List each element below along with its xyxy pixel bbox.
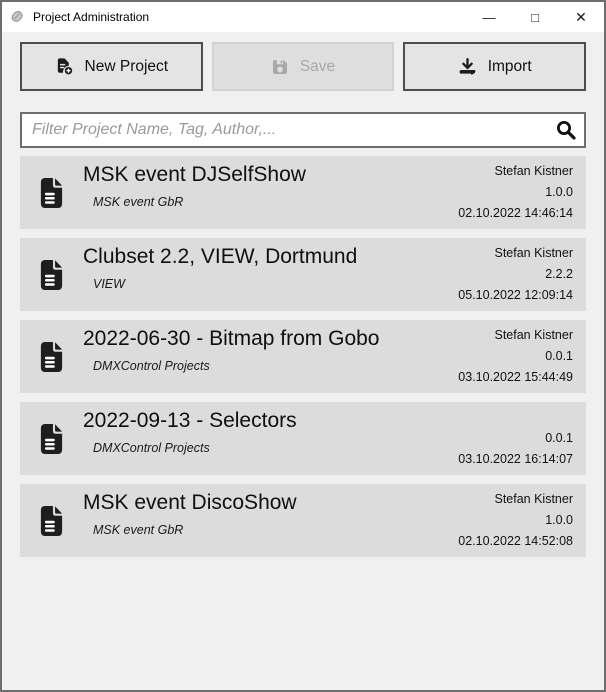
project-date: 03.10.2022 16:14:07 bbox=[458, 449, 573, 470]
project-version: 2.2.2 bbox=[458, 264, 573, 285]
project-name: MSK event DJSelfShow bbox=[83, 163, 458, 187]
project-author: Stefan Kistner bbox=[458, 489, 573, 510]
project-author: Stefan Kistner bbox=[458, 243, 573, 264]
import-icon bbox=[458, 57, 477, 76]
project-row[interactable]: 2022-06-30 - Bitmap from Gobo DMXControl… bbox=[20, 320, 586, 393]
project-author bbox=[458, 407, 573, 428]
project-meta: Stefan Kistner 2.2.2 05.10.2022 12:09:14 bbox=[458, 238, 586, 311]
project-text-block: 2022-06-30 - Bitmap from Gobo DMXControl… bbox=[83, 320, 458, 393]
project-version: 0.0.1 bbox=[458, 428, 573, 449]
titlebar[interactable]: Project Administration — □ ✕ bbox=[2, 2, 604, 32]
project-document-icon bbox=[20, 421, 83, 457]
project-tag: DMXControl Projects bbox=[93, 441, 458, 455]
project-meta: 0.0.1 03.10.2022 16:14:07 bbox=[458, 402, 586, 475]
project-name: MSK event DiscoShow bbox=[83, 491, 458, 515]
project-version: 1.0.0 bbox=[458, 182, 573, 203]
project-tag: DMXControl Projects bbox=[93, 359, 458, 373]
project-row[interactable]: 2022-09-13 - Selectors DMXControl Projec… bbox=[20, 402, 586, 475]
minimize-button[interactable]: — bbox=[466, 2, 512, 32]
maximize-button[interactable]: □ bbox=[512, 2, 558, 32]
import-label: Import bbox=[488, 58, 532, 76]
project-document-icon bbox=[20, 503, 83, 539]
window-controls: — □ ✕ bbox=[466, 2, 604, 32]
search-icon bbox=[555, 119, 577, 146]
project-row[interactable]: Clubset 2.2, VIEW, Dortmund VIEW Stefan … bbox=[20, 238, 586, 311]
project-name: 2022-06-30 - Bitmap from Gobo bbox=[83, 327, 458, 351]
project-tag: VIEW bbox=[93, 277, 458, 291]
project-row[interactable]: MSK event DiscoShow MSK event GbR Stefan… bbox=[20, 484, 586, 557]
new-project-icon bbox=[55, 57, 74, 76]
project-text-block: MSK event DJSelfShow MSK event GbR bbox=[83, 156, 458, 229]
filter-bar bbox=[20, 112, 586, 148]
project-date: 02.10.2022 14:52:08 bbox=[458, 531, 573, 552]
save-button[interactable]: Save bbox=[212, 42, 395, 91]
import-button[interactable]: Import bbox=[403, 42, 586, 91]
project-document-icon bbox=[20, 175, 83, 211]
project-tag: MSK event GbR bbox=[93, 523, 458, 537]
project-date: 03.10.2022 15:44:49 bbox=[458, 367, 573, 388]
new-project-label: New Project bbox=[85, 58, 169, 76]
project-administration-window: Project Administration — □ ✕ bbox=[0, 0, 606, 692]
project-date: 02.10.2022 14:46:14 bbox=[458, 203, 573, 224]
project-tag: MSK event GbR bbox=[93, 195, 458, 209]
project-document-icon bbox=[20, 257, 83, 293]
project-author: Stefan Kistner bbox=[458, 161, 573, 182]
project-version: 0.0.1 bbox=[458, 346, 573, 367]
project-document-icon bbox=[20, 339, 83, 375]
project-row[interactable]: MSK event DJSelfShow MSK event GbR Stefa… bbox=[20, 156, 586, 229]
content-area: New Project Save bbox=[2, 32, 604, 690]
new-project-button[interactable]: New Project bbox=[20, 42, 203, 91]
project-version: 1.0.0 bbox=[458, 510, 573, 531]
project-text-block: 2022-09-13 - Selectors DMXControl Projec… bbox=[83, 402, 458, 475]
project-meta: Stefan Kistner 1.0.0 02.10.2022 14:52:08 bbox=[458, 484, 586, 557]
filter-input[interactable] bbox=[20, 112, 586, 148]
project-list: MSK event DJSelfShow MSK event GbR Stefa… bbox=[20, 156, 586, 557]
window-title: Project Administration bbox=[33, 10, 149, 24]
project-name: 2022-09-13 - Selectors bbox=[83, 409, 458, 433]
project-name: Clubset 2.2, VIEW, Dortmund bbox=[83, 245, 458, 269]
project-author: Stefan Kistner bbox=[458, 325, 573, 346]
save-label: Save bbox=[300, 58, 335, 76]
save-icon bbox=[271, 58, 289, 76]
app-icon bbox=[9, 9, 25, 25]
project-meta: Stefan Kistner 0.0.1 03.10.2022 15:44:49 bbox=[458, 320, 586, 393]
project-text-block: MSK event DiscoShow MSK event GbR bbox=[83, 484, 458, 557]
project-meta: Stefan Kistner 1.0.0 02.10.2022 14:46:14 bbox=[458, 156, 586, 229]
project-date: 05.10.2022 12:09:14 bbox=[458, 285, 573, 306]
close-button[interactable]: ✕ bbox=[558, 2, 604, 32]
project-text-block: Clubset 2.2, VIEW, Dortmund VIEW bbox=[83, 238, 458, 311]
toolbar: New Project Save bbox=[20, 42, 586, 91]
